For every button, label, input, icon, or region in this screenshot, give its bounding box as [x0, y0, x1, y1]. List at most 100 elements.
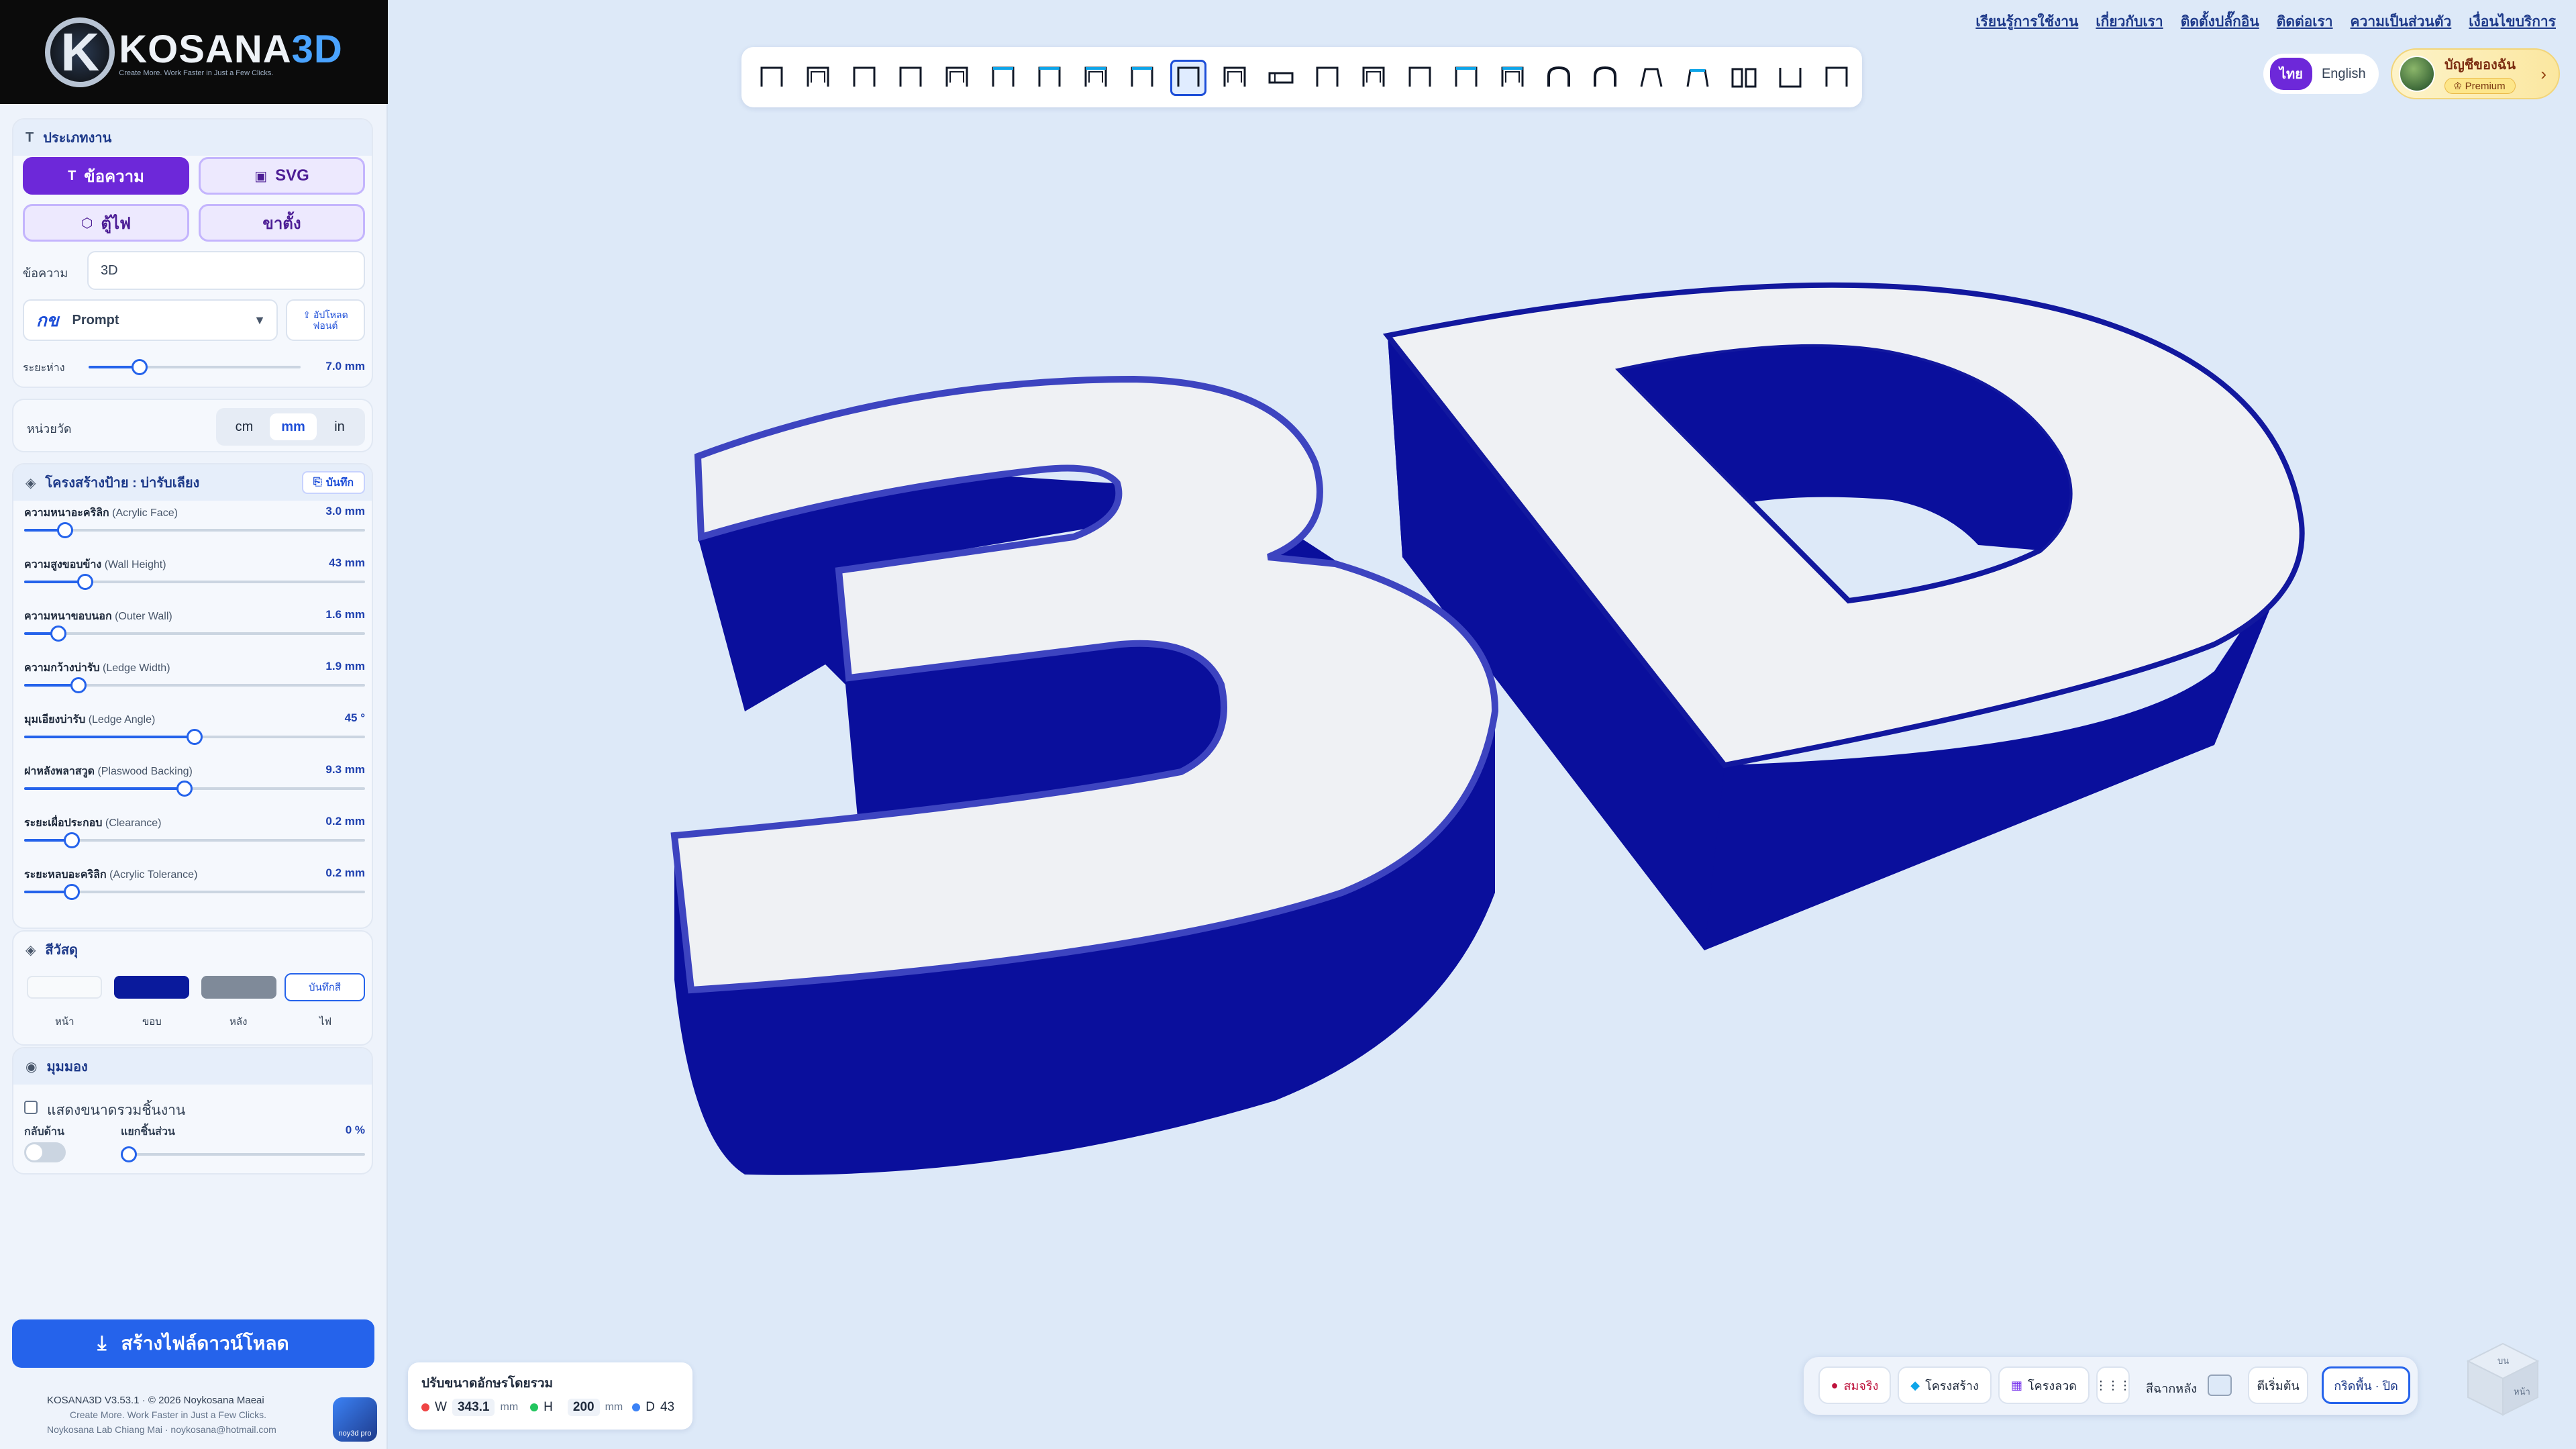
- param-slider[interactable]: [24, 729, 365, 745]
- structure-profile-20-button[interactable]: [1633, 60, 1669, 96]
- cube-icon: ◆: [1910, 1378, 1920, 1392]
- swatch-label-back: หลัง: [229, 1016, 248, 1028]
- type-stand-button[interactable]: ขาตั้ง: [199, 204, 365, 242]
- structure-profile-3-button[interactable]: [846, 60, 882, 96]
- type-text-button[interactable]: T ข้อความ: [23, 157, 189, 195]
- structure-profile-14-button[interactable]: [1355, 60, 1392, 96]
- spacing-slider[interactable]: [89, 359, 301, 375]
- spacing-label: ระยะห่าง: [23, 362, 65, 374]
- shape-toolbar: [741, 47, 1862, 107]
- app-icon[interactable]: noy3d pro: [333, 1397, 377, 1442]
- three-side-extrusion: [674, 711, 1495, 1175]
- export-button[interactable]: ⤓ สร้างไฟล์ดาวน์โหลด: [12, 1319, 374, 1368]
- structure-profile-16-button[interactable]: [1448, 60, 1484, 96]
- side-color-swatch[interactable]: [114, 976, 189, 999]
- structure-profile-21-button[interactable]: [1680, 60, 1716, 96]
- param-value: 9.3 mm: [325, 763, 365, 776]
- lang-en-button[interactable]: English: [2312, 61, 2375, 87]
- unit-mm-option[interactable]: mm: [270, 413, 317, 440]
- structure-profile-22-button[interactable]: [1726, 60, 1762, 96]
- structure-profile-11-button[interactable]: [1217, 60, 1253, 96]
- text-input[interactable]: 3D: [87, 251, 365, 290]
- width-input[interactable]: 343.1: [452, 1399, 495, 1416]
- font-glyph-icon: กข: [36, 309, 59, 330]
- structure-profile-6-button[interactable]: [985, 60, 1021, 96]
- nav-contact-link[interactable]: ติดต่อเรา: [2277, 11, 2333, 33]
- slider-thumb[interactable]: [77, 574, 94, 590]
- param-slider[interactable]: [24, 522, 365, 538]
- structure-profile-15-button[interactable]: [1402, 60, 1438, 96]
- structure-profile-1-button[interactable]: [754, 60, 790, 96]
- slider-thumb[interactable]: [187, 729, 203, 745]
- structure-profile-12-button[interactable]: [1263, 60, 1299, 96]
- view-cube[interactable]: บน หน้า: [2456, 1329, 2550, 1423]
- type-lightbox-button[interactable]: ⬡ ตู้ไฟ: [23, 204, 189, 242]
- profile-icon: [1268, 72, 1294, 84]
- slider-thumb[interactable]: [131, 359, 148, 375]
- top-nav: เรียนรู้การใช้งาน เกี่ยวกับเรา ติดตั้งปล…: [1975, 11, 2556, 33]
- upload-font-button[interactable]: ⇪ อัปโหลด ฟอนต์: [286, 299, 365, 341]
- face-color-swatch[interactable]: [27, 976, 102, 999]
- slider-thumb[interactable]: [70, 677, 87, 693]
- nav-privacy-link[interactable]: ความเป็นส่วนตัว: [2351, 11, 2452, 33]
- profile-icon: [1223, 66, 1246, 87]
- slider-thumb[interactable]: [56, 522, 73, 538]
- param-slider[interactable]: [24, 677, 365, 693]
- show-dims-checkbox[interactable]: [24, 1101, 38, 1114]
- structure-profile-2-button[interactable]: [800, 60, 836, 96]
- structure-profile-23-button[interactable]: [1772, 60, 1808, 96]
- structure-profile-18-button[interactable]: [1541, 60, 1577, 96]
- structure-profile-24-button[interactable]: [1818, 60, 1855, 96]
- nav-terms-link[interactable]: เงื่อนไขบริการ: [2469, 11, 2556, 33]
- height-input[interactable]: 200: [567, 1399, 600, 1416]
- save-structure-button[interactable]: ⎘ บันทึก: [302, 471, 365, 494]
- explode-slider[interactable]: [121, 1146, 365, 1162]
- swatch-label-light: ไฟ: [319, 1016, 332, 1028]
- profile-icon: [807, 66, 829, 87]
- unit-in-option[interactable]: in: [318, 413, 361, 440]
- structure-profile-13-button[interactable]: [1309, 60, 1345, 96]
- structure-profile-10-button[interactable]: [1170, 60, 1206, 96]
- font-name: Prompt: [72, 312, 119, 328]
- nav-learn-link[interactable]: เรียนรู้การใช้งาน: [1975, 11, 2078, 33]
- account-button[interactable]: บัญชีของฉัน ♔ Premium ›: [2391, 48, 2560, 99]
- slider-thumb[interactable]: [50, 626, 66, 642]
- param-slider[interactable]: [24, 884, 365, 900]
- flip-toggle[interactable]: [24, 1142, 66, 1162]
- structure-view-button[interactable]: ◆ โครงสร้าง: [1898, 1366, 1992, 1404]
- reset-view-button[interactable]: ตีเริ่มต้น: [2248, 1366, 2308, 1404]
- unit-cm-option[interactable]: cm: [223, 413, 266, 440]
- slider-thumb[interactable]: [64, 884, 81, 900]
- nav-about-link[interactable]: เกี่ยวกับเรา: [2096, 11, 2163, 33]
- structure-profile-4-button[interactable]: [892, 60, 929, 96]
- structure-profile-8-button[interactable]: [1078, 60, 1114, 96]
- param-slider[interactable]: [24, 832, 365, 848]
- structure-profile-17-button[interactable]: [1494, 60, 1531, 96]
- structure-profile-7-button[interactable]: [1031, 60, 1068, 96]
- sliders-icon: ⋮⋮⋮: [2095, 1378, 2131, 1392]
- param-slider[interactable]: [24, 781, 365, 797]
- param-slider[interactable]: [24, 574, 365, 590]
- structure-profile-5-button[interactable]: [939, 60, 975, 96]
- type-svg-button[interactable]: ▣ SVG: [199, 157, 365, 195]
- slider-thumb[interactable]: [176, 781, 193, 797]
- lang-th-button[interactable]: ไทย: [2270, 58, 2312, 90]
- nav-plugin-link[interactable]: ติดตั้งปลั๊กอิน: [2181, 11, 2259, 33]
- language-switch: ไทย English: [2263, 54, 2379, 94]
- slider-thumb[interactable]: [121, 1146, 137, 1162]
- wireframe-view-button[interactable]: ▦ โครงลวด: [1998, 1366, 2090, 1404]
- type-card: T ประเภทงาน T ข้อความ ▣ SVG ⬡ ตู้ไฟ ขาตั้ง ข…: [12, 118, 373, 388]
- realistic-view-button[interactable]: ● สมจริง: [1818, 1366, 1891, 1404]
- structure-profile-19-button[interactable]: [1587, 60, 1623, 96]
- settings-sliders-button[interactable]: ⋮⋮⋮: [2095, 1366, 2131, 1404]
- font-select[interactable]: กข Prompt ▼: [23, 299, 278, 341]
- background-color-swatch[interactable]: [2208, 1375, 2232, 1396]
- slider-thumb[interactable]: [64, 832, 81, 848]
- three-face: [670, 375, 1499, 994]
- back-color-swatch[interactable]: [201, 976, 276, 999]
- structure-profile-9-button[interactable]: [1124, 60, 1160, 96]
- floor-grid-toggle[interactable]: กริดพื้น · ปิด: [2322, 1366, 2410, 1404]
- param-slider[interactable]: [24, 626, 365, 642]
- view-title: มุมมอง: [46, 1060, 88, 1075]
- save-color-button[interactable]: บันทึกสี: [285, 973, 365, 1001]
